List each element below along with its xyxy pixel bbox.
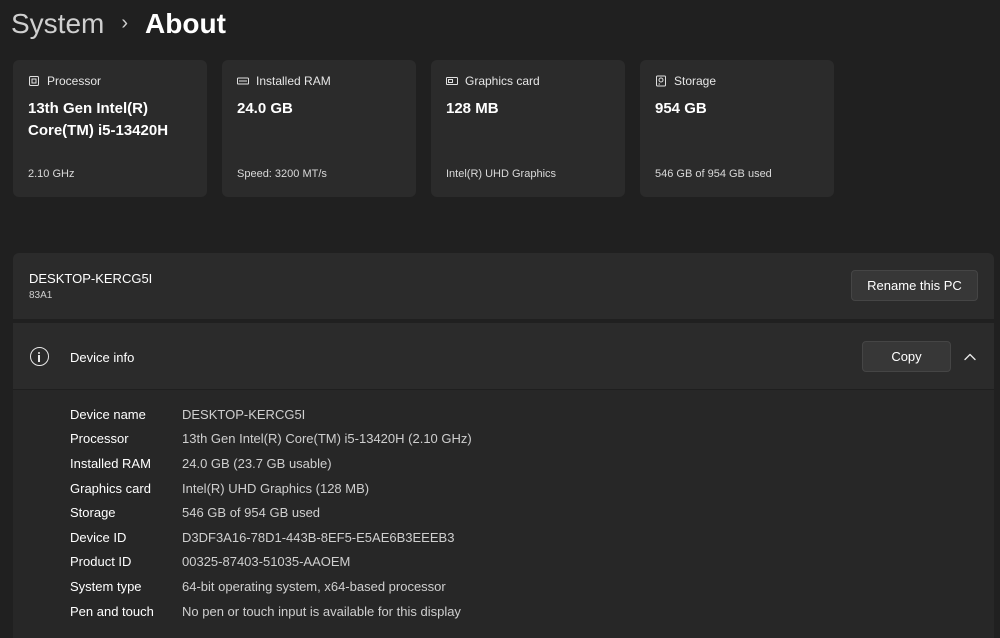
pc-name-bar: DESKTOP-KERCG5I 83A1 Rename this PC: [13, 253, 994, 319]
storage-row: Storage 546 GB of 954 GB used: [70, 500, 472, 525]
ram-card-label: Installed RAM: [256, 74, 331, 88]
graphics-card-icon: [446, 77, 458, 85]
ram-card: Installed RAM 24.0 GB Speed: 3200 MT/s: [222, 60, 416, 197]
row-label: Installed RAM: [70, 455, 151, 471]
breadcrumb-separator-icon: ›: [121, 12, 129, 34]
processor-card-header: Processor: [28, 74, 101, 88]
ram-icon: [237, 77, 249, 85]
storage-card: Storage 954 GB 546 GB of 954 GB used: [640, 60, 834, 197]
about-page: System › About Processor 13th Gen Intel(…: [0, 0, 1000, 638]
graphics-card-label: Graphics card: [465, 74, 540, 88]
row-label: Device name: [70, 406, 146, 422]
device-info-rows: Device name DESKTOP-KERCG5I Processor 13…: [70, 402, 472, 623]
ram-card-value: 24.0 GB: [237, 100, 293, 117]
breadcrumb-system[interactable]: System: [11, 6, 104, 42]
processor-card: Processor 13th Gen Intel(R) Core(TM) i5-…: [13, 60, 207, 197]
breadcrumb: System › About: [11, 6, 226, 42]
processor-card-sub: 2.10 GHz: [28, 168, 75, 180]
processor-card-value: 13th Gen Intel(R) Core(TM) i5-13420H: [28, 100, 169, 139]
row-label: Product ID: [70, 554, 132, 570]
row-label: System type: [70, 578, 142, 594]
row-value: 13th Gen Intel(R) Core(TM) i5-13420H (2.…: [182, 431, 472, 447]
row-value: Intel(R) UHD Graphics (128 MB): [182, 480, 370, 496]
graphics-card-card: Graphics card 128 MB Intel(R) UHD Graphi…: [431, 60, 625, 197]
ram-card-header: Installed RAM: [237, 74, 331, 88]
row-label: Processor: [70, 431, 129, 447]
rename-pc-button[interactable]: Rename this PC: [851, 270, 978, 301]
device-info-header[interactable]: Device info Copy: [13, 323, 994, 390]
storage-card-value: 954 GB: [655, 100, 707, 117]
row-value: 546 GB of 954 GB used: [182, 505, 321, 521]
product-id-row: Product ID 00325-87403-51035-AAOEM: [70, 550, 472, 575]
graphics-card-value: 128 MB: [446, 100, 499, 117]
pen-and-touch-row: Pen and touch No pen or touch input is a…: [70, 599, 472, 624]
row-value: D3DF3A16-78D1-443B-8EF5-E5AE6B3EEEB3: [182, 529, 455, 545]
row-label: Pen and touch: [70, 603, 154, 619]
ram-card-sub: Speed: 3200 MT/s: [237, 168, 327, 180]
row-value: 24.0 GB (23.7 GB usable): [182, 455, 332, 471]
device-info-title: Device info: [70, 350, 135, 365]
chevron-up-icon[interactable]: [962, 349, 978, 365]
info-icon: [30, 347, 49, 366]
storage-card-header: Storage: [655, 74, 716, 88]
row-value: 00325-87403-51035-AAOEM: [182, 554, 351, 570]
row-value: DESKTOP-KERCG5I: [182, 406, 306, 422]
graphics-card-sub: Intel(R) UHD Graphics: [446, 168, 557, 180]
pc-model: 83A1: [29, 290, 53, 301]
page-title: About: [145, 8, 226, 39]
graphics-card-header: Graphics card: [446, 74, 540, 88]
storage-icon: [656, 75, 666, 87]
storage-card-label: Storage: [674, 74, 717, 88]
row-value: No pen or touch input is available for t…: [182, 603, 461, 619]
graphics-card-row: Graphics card Intel(R) UHD Graphics (128…: [70, 476, 472, 501]
copy-button[interactable]: Copy: [862, 341, 951, 372]
spec-cards: Processor 13th Gen Intel(R) Core(TM) i5-…: [13, 60, 834, 197]
device-id-row: Device ID D3DF3A16-78D1-443B-8EF5-E5AE6B…: [70, 525, 472, 550]
pc-name: DESKTOP-KERCG5I: [29, 271, 153, 286]
processor-row: Processor 13th Gen Intel(R) Core(TM) i5-…: [70, 427, 472, 452]
row-label: Storage: [70, 505, 116, 521]
processor-icon: [29, 76, 39, 86]
row-label: Graphics card: [70, 480, 151, 496]
device-name-row: Device name DESKTOP-KERCG5I: [70, 402, 472, 427]
row-value: 64-bit operating system, x64-based proce…: [182, 578, 446, 594]
device-info-section: Device info Copy Device name DESKTOP-KER…: [13, 323, 994, 638]
installed-ram-row: Installed RAM 24.0 GB (23.7 GB usable): [70, 451, 472, 476]
processor-card-label: Processor: [47, 74, 102, 88]
row-label: Device ID: [70, 529, 127, 545]
storage-card-sub: 546 GB of 954 GB used: [655, 168, 772, 180]
system-type-row: System type 64-bit operating system, x64…: [70, 574, 472, 599]
